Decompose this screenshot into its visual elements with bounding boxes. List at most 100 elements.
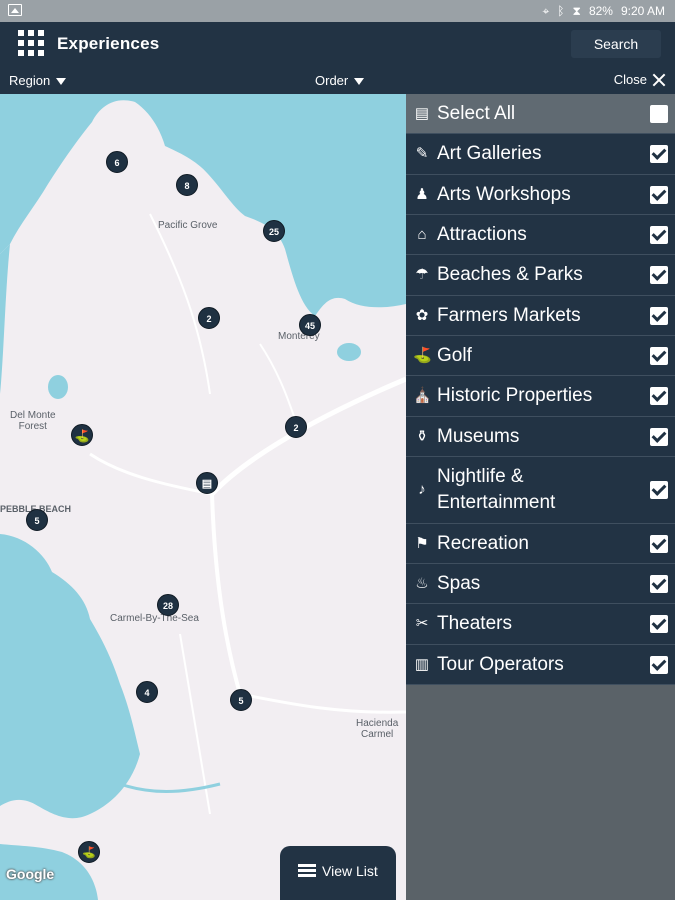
category-checkbox[interactable] — [650, 615, 668, 633]
category-row-arts-workshops[interactable]: ♟ Arts Workshops — [406, 175, 675, 215]
map-view[interactable]: Pacific Grove Monterey Del Monte Forest … — [0, 94, 406, 900]
category-row-farmers-markets[interactable]: ✿ Farmers Markets — [406, 296, 675, 336]
category-checkbox[interactable] — [650, 145, 668, 163]
category-checkbox[interactable] — [650, 306, 668, 325]
map-cluster-marker[interactable]: 25 — [263, 220, 285, 242]
select-all-icon: ▤ — [414, 104, 430, 122]
category-row-golf[interactable]: ⛳ Golf — [406, 336, 675, 376]
category-label: Beaches & Parks — [437, 264, 583, 285]
category-row-beaches-parks[interactable]: ☂ Beaches & Parks — [406, 255, 675, 296]
map-label-del-monte-forest: Del Monte Forest — [10, 410, 56, 432]
view-list-label: View List — [322, 863, 378, 879]
category-label: Tour Operators — [437, 653, 564, 675]
category-label: Golf — [437, 344, 472, 366]
landmark-icon: ⌂ — [417, 225, 427, 243]
category-checkbox[interactable] — [650, 655, 668, 674]
map-cluster-marker[interactable]: 8 — [176, 174, 198, 196]
category-row-spas[interactable]: ♨ Spas — [406, 564, 675, 604]
page-title: Experiences — [57, 34, 160, 53]
category-checkbox[interactable] — [650, 574, 668, 593]
category-label: Nightlife & Entertainment — [437, 466, 556, 513]
region-dropdown[interactable]: Region — [9, 73, 67, 88]
category-label: Attractions — [437, 223, 527, 245]
category-label: Recreation — [437, 532, 529, 554]
category-label: Art Galleries — [437, 143, 542, 164]
location-icon: ⌖ — [542, 4, 550, 18]
category-label: Spas — [437, 572, 481, 594]
category-checkbox[interactable] — [650, 427, 668, 446]
category-checkbox[interactable] — [650, 481, 668, 499]
filter-bar: Region Order Close — [0, 66, 675, 94]
category-checkbox[interactable] — [650, 534, 668, 553]
category-label: Farmers Markets — [437, 304, 581, 326]
search-button[interactable]: Search — [571, 30, 661, 58]
map-book-icon: ▥ — [414, 655, 430, 673]
category-checkbox[interactable] — [650, 185, 668, 204]
historic-icon: ⛪ — [413, 387, 432, 404]
app-header: Experiences Search — [0, 22, 675, 66]
signpost-icon: ⚑ — [415, 534, 429, 552]
status-bar: ⌖ ᛒ ⧗ 82% 9:20 AM — [0, 0, 675, 22]
map-cluster-marker[interactable]: 2 — [285, 416, 307, 438]
select-all-label: Select All — [437, 102, 516, 124]
clock: 9:20 AM — [620, 4, 665, 18]
select-all-checkbox[interactable] — [650, 104, 668, 123]
close-icon — [653, 74, 665, 86]
category-row-tour-operators[interactable]: ▥ Tour Operators — [406, 645, 675, 685]
map-label-pacific-grove: Pacific Grove — [158, 220, 218, 231]
map-cluster-marker[interactable]: 5 — [26, 509, 48, 531]
bluetooth-icon: ᛒ — [557, 4, 565, 18]
map-label-carmel-by-the-sea: Carmel-By-The-Sea — [110, 613, 199, 624]
app-menu-grid-icon[interactable] — [18, 30, 44, 56]
category-row-historic-properties[interactable]: ⛪ Historic Properties — [406, 376, 675, 417]
google-logo: Google — [6, 866, 55, 882]
region-label: Region — [9, 73, 51, 88]
map-label-hacienda-carmel: Hacienda Carmel — [356, 718, 399, 740]
close-label: Close — [613, 72, 647, 87]
category-label: Theaters — [437, 613, 512, 634]
order-dropdown[interactable]: Order — [315, 73, 365, 88]
spa-icon: ♨ — [415, 574, 429, 592]
category-row-art-galleries[interactable]: ✎ Art Galleries — [406, 134, 675, 175]
category-checkbox[interactable] — [650, 346, 668, 365]
category-row-museums[interactable]: ⚱ Museums — [406, 417, 675, 457]
person-icon: ♟ — [415, 185, 429, 203]
view-list-button[interactable]: View List — [280, 846, 396, 900]
battery-level: 82% — [588, 4, 613, 18]
category-row-recreation[interactable]: ⚑ Recreation — [406, 524, 675, 564]
category-row-nightlife-entertainment[interactable]: ♪ Nightlife & Entertainment — [406, 457, 675, 524]
nightlife-icon: ♪ — [418, 481, 426, 498]
order-label: Order — [315, 73, 349, 88]
map-cluster-marker[interactable]: 6 — [106, 151, 128, 173]
category-filter-panel: ▤ Select All ✎ Art Galleries ♟ Arts Work… — [406, 94, 675, 900]
caret-down-icon — [354, 78, 365, 86]
caret-down-icon — [56, 78, 67, 86]
select-all-row[interactable]: ▤ Select All — [406, 94, 675, 134]
map-cluster-marker[interactable]: 4 — [136, 681, 158, 703]
map-cluster-marker[interactable]: 45 — [299, 314, 321, 336]
golf-marker-icon[interactable]: ⛳ — [78, 841, 100, 863]
map-cluster-marker[interactable]: 5 — [230, 689, 252, 711]
golf-marker-icon[interactable]: ⛳ — [71, 424, 93, 446]
map-cluster-marker[interactable]: 28 — [157, 594, 179, 616]
tour-operator-marker-icon[interactable]: ▤ — [196, 472, 218, 494]
category-label: Historic Properties — [437, 385, 593, 406]
map-cluster-marker[interactable]: 2 — [198, 307, 220, 329]
category-checkbox[interactable] — [650, 266, 668, 284]
category-checkbox[interactable] — [650, 225, 668, 244]
gallery-notification-icon — [8, 4, 22, 16]
category-row-theaters[interactable]: ✂ Theaters — [406, 604, 675, 645]
golf-icon: ⛳ — [413, 346, 432, 364]
ticket-icon: ✂ — [415, 615, 429, 632]
category-label: Museums — [437, 425, 520, 447]
beach-icon: ☂ — [415, 266, 429, 283]
category-label: Arts Workshops — [437, 183, 571, 205]
close-filter-button[interactable]: Close — [614, 72, 665, 87]
category-checkbox[interactable] — [650, 387, 668, 405]
app-root: ⌖ ᛒ ⧗ 82% 9:20 AM Experiences Search Reg… — [0, 0, 675, 900]
category-row-attractions[interactable]: ⌂ Attractions — [406, 215, 675, 255]
map-background — [0, 94, 406, 900]
produce-icon: ✿ — [415, 306, 429, 324]
alarm-icon: ⧗ — [572, 4, 581, 18]
palette-icon: ✎ — [415, 145, 429, 162]
